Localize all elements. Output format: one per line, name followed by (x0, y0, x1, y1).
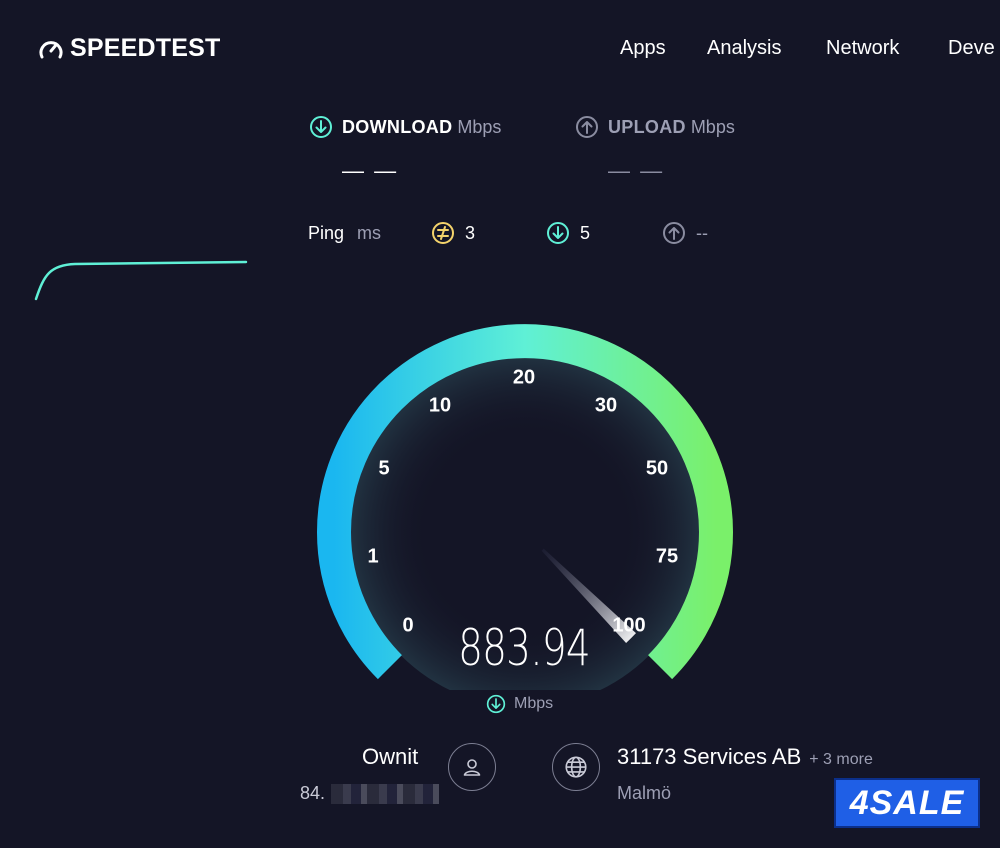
gauge-tick-0: 0 (402, 614, 414, 637)
speedtest-logo[interactable]: SPEEDTEST (38, 34, 220, 63)
download-label: DOWNLOAD (342, 116, 453, 137)
globe-icon (565, 756, 587, 778)
upload-latency-icon (663, 222, 685, 244)
nav-developers[interactable]: Deve (948, 37, 995, 60)
nav-analysis[interactable]: Analysis (707, 37, 781, 60)
gauge-tick-1: 1 (367, 545, 379, 568)
upload-arrow-icon (576, 116, 598, 138)
ping-label: Ping (308, 223, 345, 243)
server-name: 31173 Services AB (617, 744, 802, 769)
download-arrow-small-icon (486, 694, 506, 714)
nav-network[interactable]: Network (826, 37, 899, 60)
download-latency-icon (547, 222, 569, 244)
upload-header: UPLOAD Mbps (575, 115, 735, 139)
client-ip-text: 84. (300, 783, 326, 803)
gauge-tick-30: 30 (594, 394, 618, 417)
server-city: Malmö (617, 783, 672, 803)
ping-download-value: 5 (580, 222, 591, 243)
brand-name: SPEEDTEST (70, 34, 221, 62)
speed-unit: Mbps (514, 695, 554, 712)
gauge-tick-10: 10 (428, 394, 452, 417)
gauge-logo-icon (39, 40, 63, 58)
change-isp-button[interactable] (448, 743, 496, 791)
ping-unit: ms (357, 223, 382, 243)
download-arrow-icon (310, 116, 332, 138)
server-more-link[interactable]: + 3 more (809, 751, 873, 769)
speed-sparkline (34, 260, 248, 301)
client-isp-name: Ownit (362, 744, 419, 769)
sale-badge: 4SALE (834, 778, 980, 828)
gauge-tick-75: 75 (655, 545, 679, 568)
user-icon (463, 759, 481, 776)
sale-badge-text: 4SALE (849, 783, 965, 822)
gauge-tick-20: 20 (512, 366, 536, 389)
ip-redaction (331, 783, 440, 804)
ping-upload[interactable]: -- (662, 221, 708, 245)
ping-download[interactable]: 5 (546, 221, 590, 245)
idle-latency-icon (432, 222, 454, 244)
ping-label-group: Ping ms (308, 223, 381, 244)
nav-apps[interactable]: Apps (620, 37, 666, 60)
download-value: — — (342, 158, 399, 183)
speed-unit-row: Mbps (486, 694, 553, 714)
change-server-button[interactable] (552, 743, 600, 791)
gauge-tick-5: 5 (378, 457, 390, 480)
upload-unit: Mbps (690, 116, 735, 137)
speed-readout-wrap: 883.94 (424, 619, 624, 677)
upload-value: — — (608, 158, 665, 183)
ping-upload-value: -- (696, 222, 708, 243)
ping-idle[interactable]: 3 (431, 221, 475, 245)
server-row: 31173 Services AB + 3 more (617, 744, 873, 770)
download-unit: Mbps (457, 116, 502, 137)
gauge-tick-50: 50 (645, 457, 669, 480)
speed-value: 883.94 (458, 619, 591, 677)
client-ip: 84. (300, 783, 440, 804)
ping-idle-value: 3 (465, 222, 476, 243)
download-header: DOWNLOAD Mbps (309, 115, 501, 139)
upload-label: UPLOAD (608, 116, 686, 137)
